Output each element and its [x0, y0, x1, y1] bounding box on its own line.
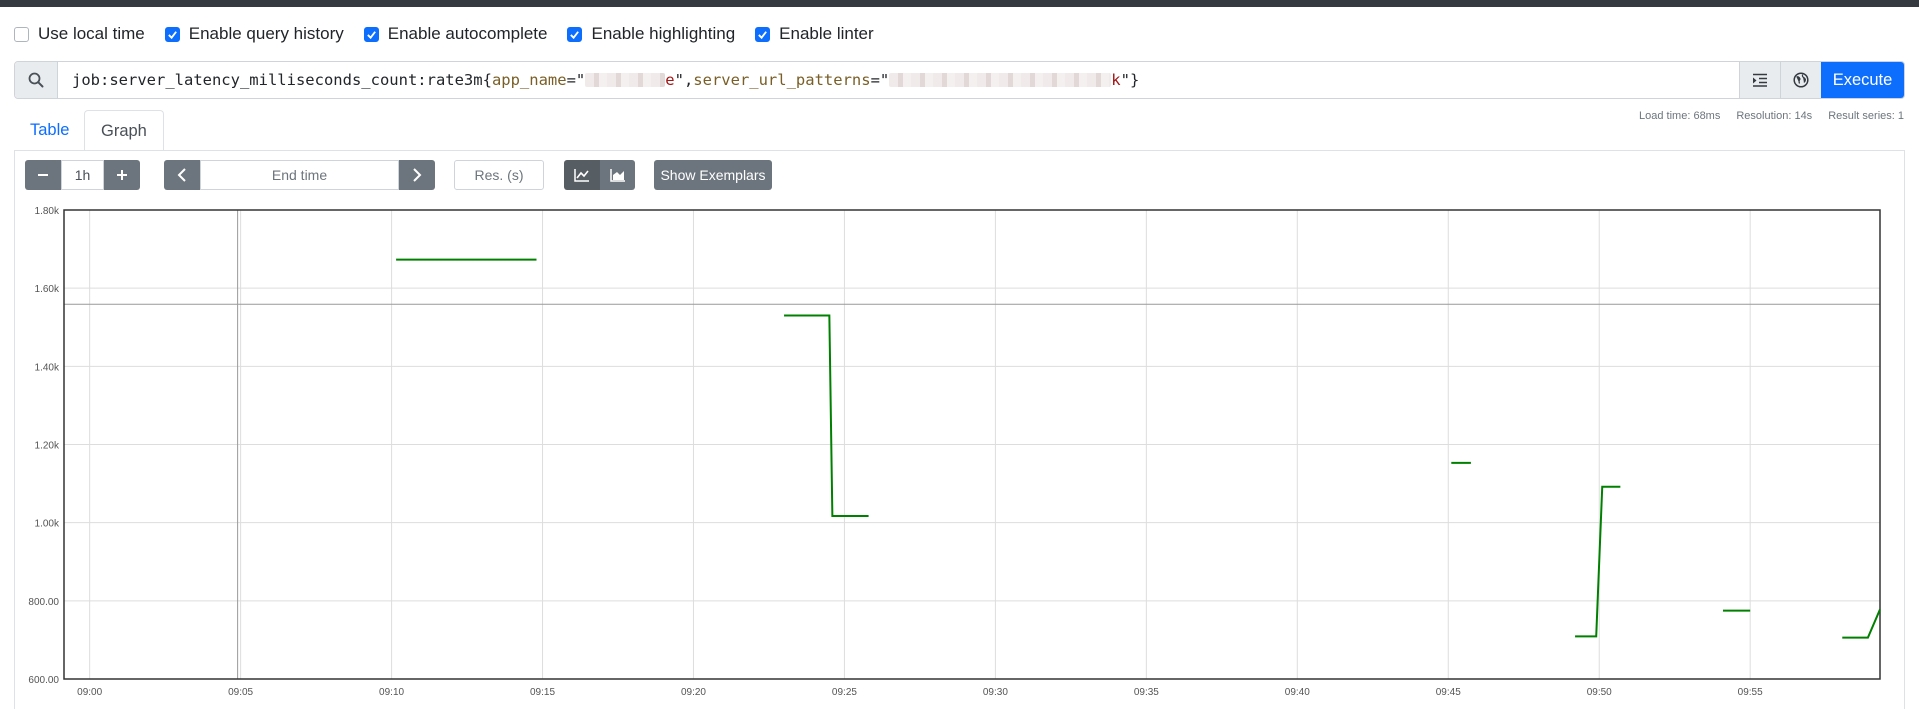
- format-indent-icon: [1753, 73, 1767, 87]
- checkbox-box[interactable]: [164, 26, 180, 42]
- y-tick-label: 1.00k: [35, 519, 60, 530]
- option-label: Use local time: [38, 24, 145, 43]
- minus-icon: [38, 174, 48, 176]
- enable-linter-checkbox[interactable]: Enable linter: [755, 24, 874, 44]
- search-icon: [15, 62, 58, 98]
- x-tick-label: 09:40: [1285, 687, 1310, 698]
- series-line-segment: [1575, 485, 1621, 638]
- series-line-segment: [784, 314, 869, 518]
- x-tick-label: 09:00: [77, 687, 102, 698]
- query-stats: Load time: 68ms Resolution: 14s Result s…: [1623, 110, 1904, 122]
- x-tick-label: 09:10: [379, 687, 404, 698]
- option-label: Enable autocomplete: [387, 24, 548, 43]
- x-tick-label: 09:50: [1587, 687, 1612, 698]
- next-time-button[interactable]: [399, 160, 435, 190]
- stacked-chart-button[interactable]: [600, 160, 635, 190]
- query-eq: =": [566, 71, 586, 89]
- tab-graph[interactable]: Graph: [84, 110, 164, 151]
- load-time: Load time: 68ms: [1639, 110, 1721, 122]
- x-tick-label: 09:15: [530, 687, 555, 698]
- range-control: 1h: [25, 160, 140, 190]
- query-close: "}: [1120, 71, 1140, 89]
- x-tick-label: 09:05: [228, 687, 253, 698]
- area-chart-icon: [609, 169, 625, 182]
- checkbox-box[interactable]: [14, 26, 29, 42]
- chevron-left-icon: [177, 168, 186, 182]
- query-options: Use local time Enable query history Enab…: [14, 22, 894, 46]
- chevron-right-icon: [413, 168, 422, 182]
- x-tick-label: 09:55: [1738, 687, 1763, 698]
- checkbox-box[interactable]: [755, 26, 771, 42]
- x-tick-label: 09:25: [832, 687, 857, 698]
- metrics-explorer-button[interactable]: [1780, 62, 1821, 98]
- y-tick-label: 1.80k: [35, 206, 60, 217]
- chart-type-toggle: [564, 160, 635, 190]
- y-tick-label: 600.00: [28, 675, 59, 686]
- line-chart-button[interactable]: [564, 160, 600, 190]
- previous-time-button[interactable]: [164, 160, 200, 190]
- enable-query-history-checkbox[interactable]: Enable query history: [164, 24, 344, 44]
- expression-input[interactable]: job:server_latency_milliseconds_count:ra…: [58, 62, 1739, 98]
- y-tick-label: 800.00: [28, 597, 59, 608]
- enable-highlighting-checkbox[interactable]: Enable highlighting: [567, 24, 735, 44]
- resolution-control: Res. (s): [454, 160, 544, 190]
- y-tick-label: 1.20k: [35, 441, 60, 452]
- end-time-control: End time: [164, 160, 435, 190]
- show-exemplars-button[interactable]: Show Exemplars: [654, 160, 772, 190]
- query-bar: job:server_latency_milliseconds_count:ra…: [14, 61, 1905, 99]
- x-tick-label: 09:20: [681, 687, 706, 698]
- globe-icon: [1793, 72, 1809, 88]
- result-series: Result series: 1: [1828, 110, 1904, 122]
- tab-table[interactable]: Table: [14, 110, 85, 151]
- plus-icon: [117, 170, 127, 180]
- end-time-input[interactable]: End time: [200, 160, 399, 190]
- query-label-server-url-patterns: server_url_patterns: [693, 71, 871, 89]
- series-line-segment: [1842, 609, 1881, 639]
- x-tick-label: 09:30: [983, 687, 1008, 698]
- x-tick-label: 09:35: [1134, 687, 1159, 698]
- format-expression-button[interactable]: [1739, 62, 1780, 98]
- use-local-time-checkbox[interactable]: Use local time: [14, 24, 145, 44]
- checkbox-box[interactable]: [567, 26, 583, 42]
- query-separator: ",: [674, 71, 694, 89]
- range-input[interactable]: 1h: [61, 160, 104, 190]
- resolution: Resolution: 14s: [1736, 110, 1813, 122]
- redacted-value: [585, 73, 666, 87]
- decrease-range-button[interactable]: [25, 160, 61, 190]
- option-label: Enable linter: [779, 24, 874, 43]
- resolution-input[interactable]: Res. (s): [454, 160, 544, 190]
- query-value-tail: k: [1111, 71, 1121, 89]
- y-tick-label: 1.60k: [35, 284, 60, 295]
- query-eq: =": [870, 71, 890, 89]
- option-label: Enable query history: [188, 24, 344, 43]
- query-label-app-name: app_name: [491, 71, 567, 89]
- query-value-tail: e: [665, 71, 675, 89]
- y-tick-label: 1.40k: [35, 362, 60, 373]
- line-chart-icon: [574, 169, 589, 182]
- top-navbar: [0, 0, 1919, 7]
- option-label: Enable highlighting: [591, 24, 736, 43]
- graph-chart: 600.00 800.00 1.00k 1.20k 1.40k 1.60k 1.80k 09:…: [28, 206, 1881, 698]
- checkbox-box[interactable]: [363, 26, 379, 42]
- increase-range-button[interactable]: [104, 160, 140, 190]
- execute-button[interactable]: Execute: [1821, 62, 1904, 98]
- query-metric: job:server_latency_milliseconds_count:ra…: [72, 71, 492, 89]
- x-tick-label: 09:45: [1436, 687, 1461, 698]
- enable-autocomplete-checkbox[interactable]: Enable autocomplete: [363, 24, 548, 44]
- redacted-value: [889, 73, 1112, 87]
